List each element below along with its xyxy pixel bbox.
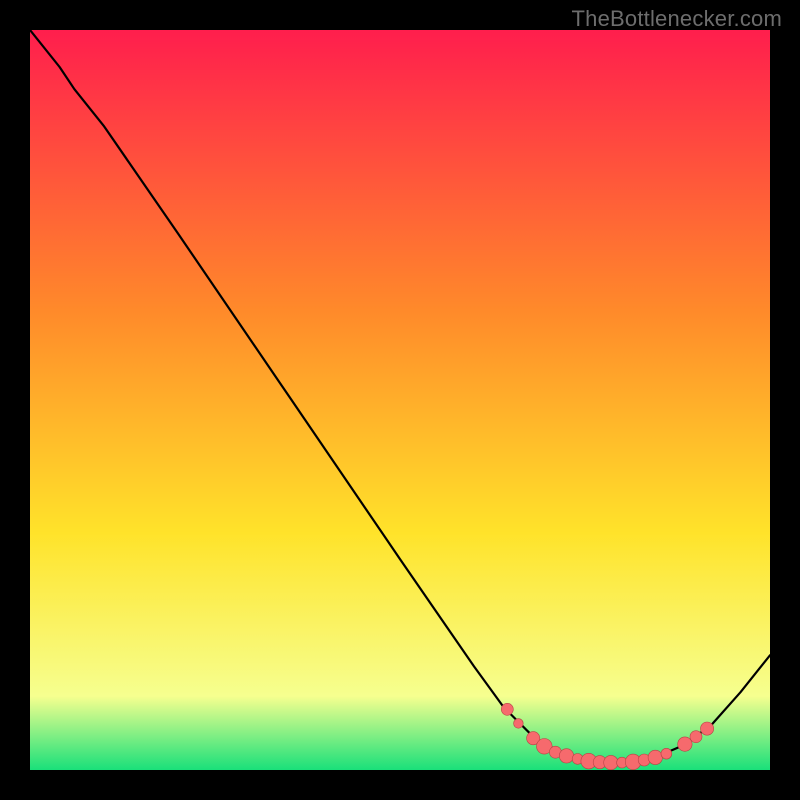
bottleneck-chart	[30, 30, 770, 770]
data-point	[678, 737, 692, 751]
data-point	[514, 719, 524, 729]
data-point	[690, 731, 702, 743]
data-point	[501, 703, 513, 715]
data-point	[701, 722, 714, 735]
plot-area	[30, 30, 770, 770]
watermark-label: TheBottlenecker.com	[572, 6, 782, 32]
chart-frame: TheBottlenecker.com	[0, 0, 800, 800]
data-point	[648, 750, 662, 764]
data-point	[661, 748, 672, 759]
data-point	[604, 755, 618, 769]
gradient-background	[30, 30, 770, 770]
data-point	[559, 749, 573, 763]
